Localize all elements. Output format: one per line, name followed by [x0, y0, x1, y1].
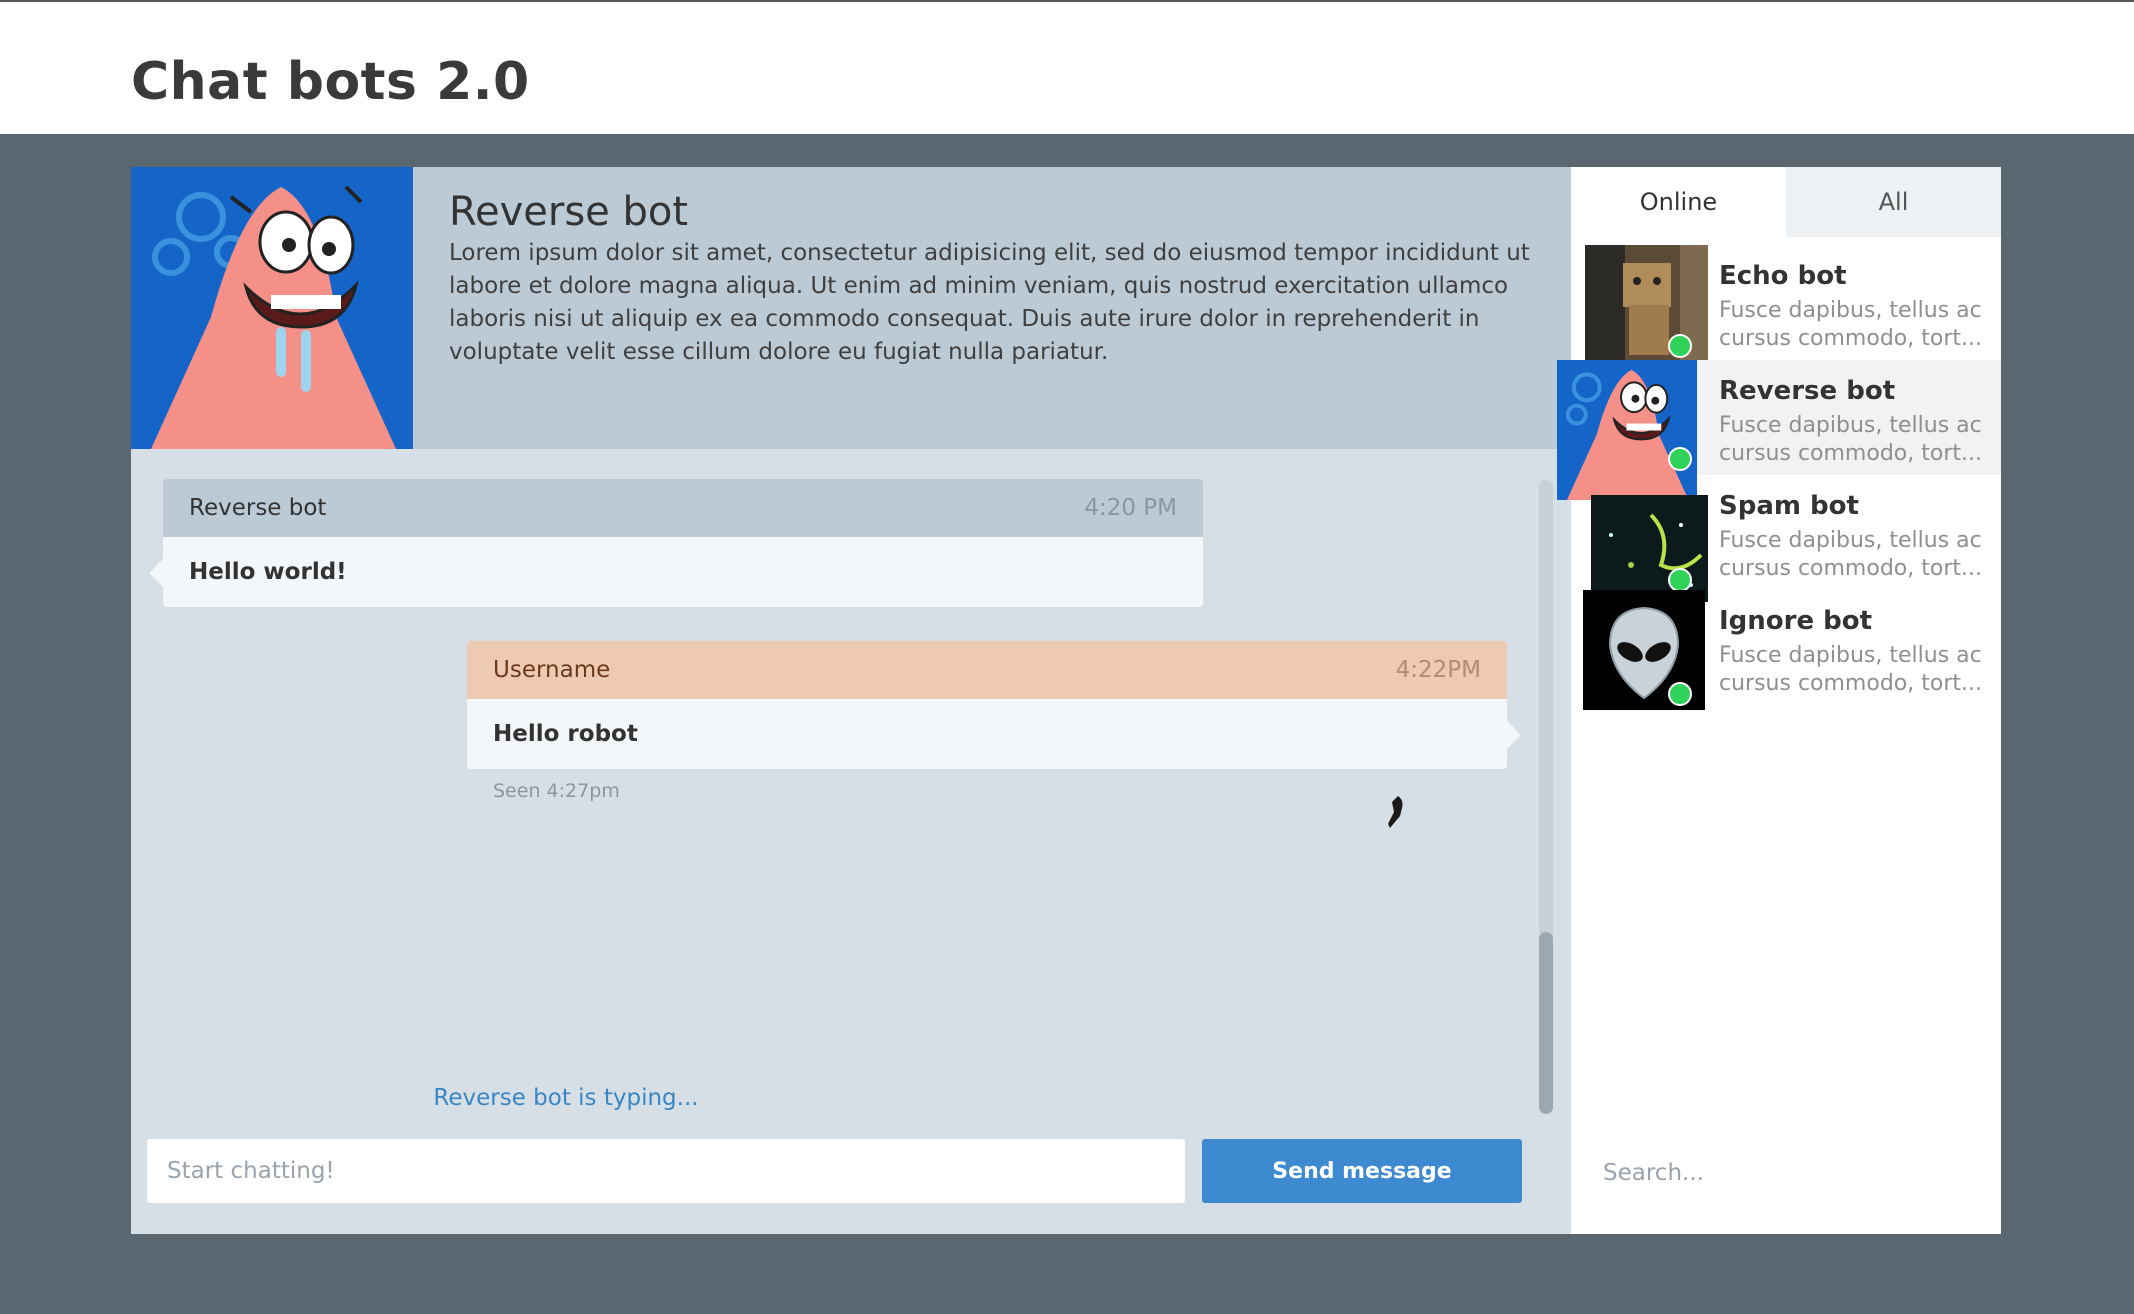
avatar [1591, 495, 1708, 602]
message-time: 4:22PM [1395, 657, 1481, 683]
message-text: Hello robot [493, 721, 638, 747]
tab-all[interactable]: All [1786, 167, 2001, 237]
message-bot: Reverse bot 4:20 PM Hello world! [149, 479, 1203, 607]
starfish-avatar-icon [131, 167, 413, 449]
message-text: Hello world! [189, 559, 347, 585]
tab-online[interactable]: Online [1571, 167, 1786, 237]
contact-item-ignore-bot[interactable]: Ignore bot Fusce dapibus, tellus ac curs… [1571, 590, 2001, 710]
message-time: 4:20 PM [1084, 495, 1177, 521]
message-header: Reverse bot 4:20 PM [163, 479, 1203, 537]
app-title: Chat bots 2.0 [131, 52, 530, 112]
bot-name: Reverse bot [449, 189, 689, 235]
send-message-button[interactable]: Send message [1202, 1139, 1522, 1203]
bot-description: Lorem ipsum dolor sit amet, consectetur … [449, 240, 1530, 365]
seen-receipt: Seen 4:27pm [493, 780, 620, 802]
dark-space-avatar-icon [1591, 495, 1708, 602]
message-header: Username 4:22PM [467, 641, 1507, 699]
contact-name: Ignore bot [1719, 606, 1873, 636]
contact-item-reverse-bot[interactable]: Reverse bot Fusce dapibus, tellus ac cur… [1557, 360, 2001, 500]
contact-preview: Fusce dapibus, tellus ac cursus commodo,… [1719, 528, 1982, 581]
typing-text: Reverse bot is typing... [433, 1085, 699, 1111]
contacts-sidebar: Online All Echo bot Fusce dapibus, tellu… [1557, 167, 2001, 1234]
chat-window: Reverse bot Lorem ipsum dolor sit amet, … [131, 167, 1571, 1234]
bot-avatar [131, 167, 413, 449]
message-scrollbar[interactable] [1539, 480, 1553, 1114]
online-status-icon [1668, 568, 1692, 592]
message-sender: Reverse bot [189, 495, 327, 521]
message-user: Username 4:22PM Hello robot [467, 641, 1521, 769]
search-input[interactable] [1585, 1148, 1985, 1198]
message-sender: Username [493, 657, 611, 683]
top-bar: Chat bots 2.0 [0, 0, 2134, 134]
contact-preview: Fusce dapibus, tellus ac cursus commodo,… [1719, 298, 1982, 351]
typing-indicator: Reverse bot is typing... [131, 1085, 1571, 1111]
online-status-icon [1668, 447, 1692, 471]
contact-name: Reverse bot [1719, 376, 1896, 406]
contact-name: Spam bot [1719, 491, 1859, 521]
contact-name: Echo bot [1719, 261, 1847, 291]
contact-item-echo-bot[interactable]: Echo bot Fusce dapibus, tellus ac cursus… [1571, 245, 2001, 368]
contact-preview: Fusce dapibus, tellus ac cursus commodo,… [1719, 413, 1982, 466]
contact-item-spam-bot[interactable]: Spam bot Fusce dapibus, tellus ac cursus… [1571, 475, 2001, 602]
mouse-cursor-icon [1388, 796, 1403, 828]
contact-tabs: Online All [1571, 167, 2001, 237]
online-status-icon [1668, 682, 1692, 706]
message-input[interactable] [147, 1139, 1185, 1203]
bot-header: Reverse bot Lorem ipsum dolor sit amet, … [131, 167, 1571, 449]
message-list: Reverse bot 4:20 PM Hello world! Usernam… [131, 449, 1541, 1249]
contact-preview: Fusce dapibus, tellus ac cursus commodo,… [1719, 643, 1982, 696]
online-status-icon [1668, 334, 1692, 358]
